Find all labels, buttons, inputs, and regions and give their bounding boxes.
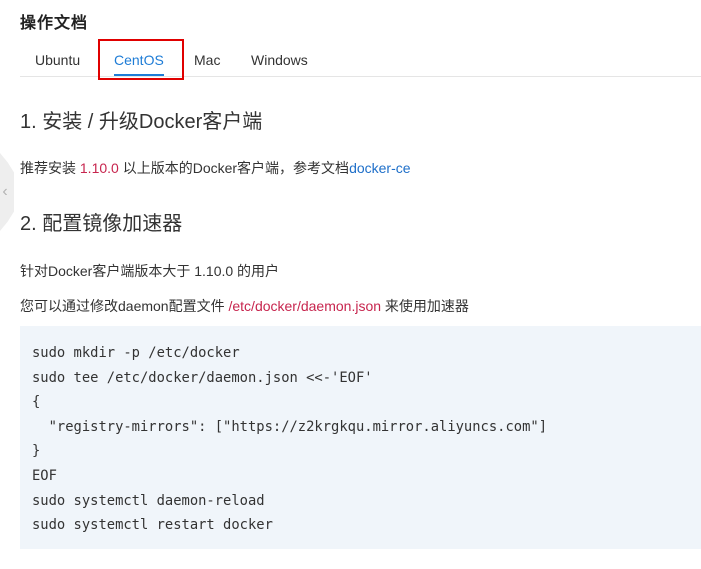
tab-centos-label: CentOS bbox=[114, 52, 164, 68]
code-line: sudo tee /etc/docker/daemon.json <<-'EOF… bbox=[32, 369, 373, 386]
active-tab-underline bbox=[114, 74, 164, 76]
tab-windows[interactable]: Windows bbox=[251, 45, 308, 75]
config-text-after: 来使用加速器 bbox=[381, 298, 469, 314]
docker-ce-link[interactable]: docker-ce bbox=[349, 160, 410, 176]
mirror-version-note: 针对Docker客户端版本大于 1.10.0 的用户 bbox=[20, 263, 280, 279]
tab-ubuntu[interactable]: Ubuntu bbox=[35, 45, 80, 75]
recommended-version: 1.10.0 bbox=[79, 160, 119, 176]
code-line: { bbox=[32, 394, 41, 411]
daemon-json-path: /etc/docker/daemon.json bbox=[228, 298, 382, 314]
chevron-left-icon: ‹ bbox=[2, 183, 8, 200]
code-line: sudo systemctl daemon-reload bbox=[32, 492, 265, 509]
section-heading-mirror: 2. 配置镜像加速器 bbox=[20, 213, 183, 235]
code-block[interactable]: sudo mkdir -p /etc/docker sudo tee /etc/… bbox=[20, 326, 701, 549]
os-tab-bar: Ubuntu CentOS Mac Windows bbox=[20, 39, 701, 80]
tab-centos[interactable]: CentOS bbox=[114, 45, 164, 76]
code-line: "registry-mirrors": ["https://z2krgkqu.m… bbox=[32, 418, 547, 435]
install-recommendation: 推荐安装 1.10.0 以上版本的Docker客户端，参考文档docker-ce bbox=[20, 158, 411, 178]
mirror-config-note: 您可以通过修改daemon配置文件 /etc/docker/daemon.jso… bbox=[20, 296, 469, 316]
page-title: 操作文档 bbox=[20, 15, 89, 32]
config-text-before: 您可以通过修改daemon配置文件 bbox=[20, 298, 229, 314]
install-text-after: 以上版本的Docker客户端，参考文档 bbox=[118, 160, 350, 176]
code-line: sudo mkdir -p /etc/docker bbox=[32, 345, 240, 361]
code-line: EOF bbox=[32, 467, 57, 484]
install-text-before: 推荐安装 bbox=[20, 160, 80, 176]
code-line: } bbox=[32, 443, 41, 460]
section-heading-install: 1. 安装 / 升级Docker客户端 bbox=[20, 111, 263, 133]
tab-mac[interactable]: Mac bbox=[194, 45, 220, 75]
code-line: sudo systemctl restart docker bbox=[32, 517, 273, 534]
page: 操作文档 Ubuntu CentOS Mac Windows ‹ 1. 安装 /… bbox=[0, 0, 701, 569]
